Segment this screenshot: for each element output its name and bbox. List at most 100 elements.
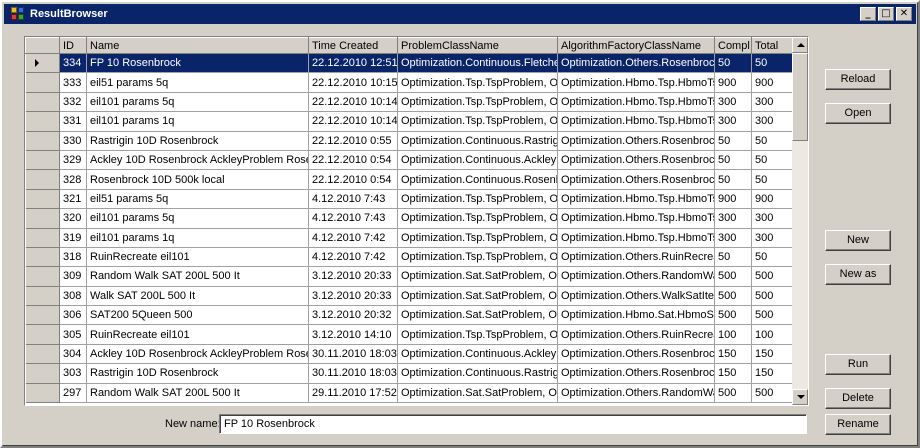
rename-button[interactable]: Rename <box>825 414 891 435</box>
cell-id[interactable]: 330 <box>59 131 87 151</box>
new-button[interactable]: New <box>825 230 891 251</box>
cell-problem-class[interactable]: Optimization.Continuous.AckleyPr... <box>397 150 558 171</box>
cell-name[interactable]: eil101 params 1q <box>86 111 309 132</box>
cell-completed[interactable]: 900 <box>714 72 752 93</box>
cell-id[interactable]: 318 <box>59 247 87 268</box>
cell-completed[interactable]: 500 <box>714 266 752 287</box>
table-row[interactable]: 319 eil101 params 1q 4.12.2010 7:42 Optimiz… <box>25 227 793 248</box>
cell-id[interactable]: 309 <box>59 266 87 287</box>
cell-id[interactable]: 321 <box>59 189 87 210</box>
cell-algorithm-factory-class[interactable]: Optimization.Hbmo.Tsp.HbmoTsp... <box>557 111 715 132</box>
cell-time-created[interactable]: 22.12.2010 12:51 <box>308 53 398 74</box>
table-row[interactable]: 330 Rastrigin 10D Rosenbrock 22.12.2010 0:… <box>25 130 793 151</box>
cell-problem-class[interactable]: Optimization.Tsp.TspProblem, Opti... <box>397 324 558 345</box>
cell-name[interactable]: eil101 params 5q <box>86 208 309 229</box>
cell-problem-class[interactable]: Optimization.Continuous.AckleyPr... <box>397 344 558 365</box>
cell-total[interactable]: 500 <box>751 286 793 307</box>
cell-algorithm-factory-class[interactable]: Optimization.Others.RosenbrockO... <box>557 169 715 190</box>
cell-name[interactable]: Random Walk SAT 200L 500 It <box>86 383 309 404</box>
row-header[interactable] <box>25 285 60 307</box>
table-row[interactable]: 305 RuinRecreate eil101 3.12.2010 14:10 Opt… <box>25 324 793 345</box>
table-row[interactable]: 309 Random Walk SAT 200L 500 It 3.12.2010 … <box>25 266 793 287</box>
cell-total[interactable]: 300 <box>751 208 793 229</box>
cell-algorithm-factory-class[interactable]: Optimization.Hbmo.Tsp.HbmoTsp... <box>557 189 715 210</box>
cell-total[interactable]: 150 <box>751 363 793 384</box>
cell-name[interactable]: Rosenbrock 10D 500k local <box>86 169 309 190</box>
cell-total[interactable]: 50 <box>751 150 793 171</box>
cell-completed[interactable]: 300 <box>714 208 752 229</box>
cell-problem-class[interactable]: Optimization.Sat.SatProblem, Opti... <box>397 305 558 326</box>
cell-time-created[interactable]: 3.12.2010 20:32 <box>308 305 398 326</box>
cell-problem-class[interactable]: Optimization.Tsp.TspProblem, Opti... <box>397 92 558 113</box>
cell-problem-class[interactable]: Optimization.Sat.SatProblem, Opti... <box>397 286 558 307</box>
cell-algorithm-factory-class[interactable]: Optimization.Others.RandomWalk... <box>557 266 715 287</box>
cell-algorithm-factory-class[interactable]: Optimization.Hbmo.Tsp.HbmoTsp... <box>557 208 715 229</box>
cell-name[interactable]: Ackley 10D Rosenbrock AckleyProblem Rose… <box>86 344 309 365</box>
cell-name[interactable]: Random Walk SAT 200L 500 It <box>86 266 309 287</box>
cell-algorithm-factory-class[interactable]: Optimization.Others.RosenbrockO... <box>557 131 715 151</box>
cell-total[interactable]: 500 <box>751 266 793 287</box>
cell-completed[interactable]: 900 <box>714 189 752 210</box>
cell-time-created[interactable]: 22.12.2010 0:55 <box>308 131 398 151</box>
cell-completed[interactable]: 150 <box>714 344 752 365</box>
cell-algorithm-factory-class[interactable]: Optimization.Others.RuinRecreate... <box>557 324 715 345</box>
cell-name[interactable]: eil101 params 1q <box>86 228 309 248</box>
cell-id[interactable]: 303 <box>59 363 87 384</box>
cell-completed[interactable]: 300 <box>714 92 752 113</box>
delete-button[interactable]: Delete <box>825 388 891 409</box>
title-bar[interactable]: ResultBrowser _ □ ✕ <box>4 4 916 24</box>
row-header[interactable] <box>25 324 60 345</box>
open-button[interactable]: Open <box>825 103 891 124</box>
cell-total[interactable]: 50 <box>751 169 793 190</box>
cell-algorithm-factory-class[interactable]: Optimization.Others.RuinRecreate... <box>557 247 715 268</box>
table-row[interactable]: 320 eil101 params 5q 4.12.2010 7:43 Optimiz… <box>25 208 793 229</box>
column-header-algorithm-factory-class[interactable]: AlgorithmFactoryClassName <box>557 37 715 54</box>
cell-time-created[interactable]: 29.11.2010 17:52 <box>308 383 398 404</box>
new-name-input[interactable] <box>219 414 807 434</box>
cell-completed[interactable]: 500 <box>714 305 752 326</box>
table-row[interactable]: 306 SAT200 5Queen 500 3.12.2010 20:32 Optim… <box>25 305 793 326</box>
cell-algorithm-factory-class[interactable]: Optimization.Others.RosenbrockO... <box>557 363 715 384</box>
column-header-problem-class[interactable]: ProblemClassName <box>397 37 558 54</box>
cell-algorithm-factory-class[interactable]: Optimization.Hbmo.Tsp.HbmoTsp... <box>557 72 715 93</box>
table-row[interactable]: 329 Ackley 10D Rosenbrock AckleyProblem R… <box>25 149 793 171</box>
row-header[interactable] <box>25 52 60 74</box>
cell-completed[interactable]: 50 <box>714 131 752 151</box>
cell-problem-class[interactable]: Optimization.Tsp.TspProblem, Opti... <box>397 189 558 210</box>
cell-total[interactable]: 900 <box>751 72 793 93</box>
row-header[interactable] <box>25 91 60 113</box>
cell-name[interactable]: RuinRecreate eil101 <box>86 247 309 268</box>
row-header[interactable] <box>25 208 60 229</box>
cell-completed[interactable]: 150 <box>714 363 752 384</box>
row-header[interactable] <box>25 149 60 171</box>
cell-name[interactable]: eil51 params 5q <box>86 189 309 210</box>
row-header[interactable] <box>25 130 60 151</box>
cell-algorithm-factory-class[interactable]: Optimization.Others.RandomWalk... <box>557 383 715 404</box>
cell-name[interactable]: eil51 params 5q <box>86 72 309 93</box>
cell-problem-class[interactable]: Optimization.Continuous.Rastrigin... <box>397 131 558 151</box>
table-row[interactable]: 308 Walk SAT 200L 500 It 3.12.2010 20:33 Op… <box>25 285 793 307</box>
table-row[interactable]: 304 Ackley 10D Rosenbrock AckleyProblem R… <box>25 343 793 365</box>
column-header-id[interactable]: ID <box>59 37 87 54</box>
cell-algorithm-factory-class[interactable]: Optimization.Others.RosenbrockO... <box>557 53 715 74</box>
cell-problem-class[interactable]: Optimization.Continuous.Rastrigin... <box>397 363 558 384</box>
cell-id[interactable]: 329 <box>59 150 87 171</box>
cell-time-created[interactable]: 4.12.2010 7:43 <box>308 208 398 229</box>
cell-total[interactable]: 100 <box>751 324 793 345</box>
cell-total[interactable]: 500 <box>751 305 793 326</box>
row-header[interactable] <box>25 169 60 190</box>
cell-id[interactable]: 305 <box>59 324 87 345</box>
cell-algorithm-factory-class[interactable]: Optimization.Hbmo.Tsp.HbmoTsp... <box>557 92 715 113</box>
cell-algorithm-factory-class[interactable]: Optimization.Hbmo.Sat.HbmoSatA... <box>557 305 715 326</box>
cell-id[interactable]: 306 <box>59 305 87 326</box>
cell-time-created[interactable]: 30.11.2010 18:03 <box>308 344 398 365</box>
cell-total[interactable]: 50 <box>751 247 793 268</box>
cell-problem-class[interactable]: Optimization.Tsp.TspProblem, Opti... <box>397 72 558 93</box>
cell-problem-class[interactable]: Optimization.Continuous.FletcherP... <box>397 53 558 74</box>
row-header[interactable] <box>25 246 60 268</box>
cell-total[interactable]: 300 <box>751 228 793 248</box>
table-row[interactable]: 333 eil51 params 5q 22.12.2010 10:15 Optimi… <box>25 72 793 93</box>
cell-completed[interactable]: 50 <box>714 150 752 171</box>
table-row[interactable]: 328 Rosenbrock 10D 500k local 22.12.2010 0… <box>25 169 793 190</box>
minimize-button[interactable]: _ <box>860 7 876 21</box>
